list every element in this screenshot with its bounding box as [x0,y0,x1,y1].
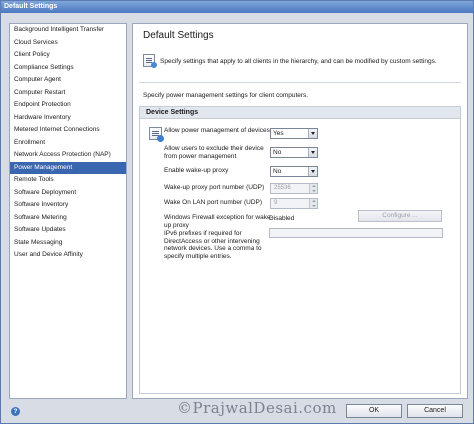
ipv6-prefixes-label: IPv6 prefixes if required for DirectAcce… [164,230,262,260]
settings-content-pane: Default Settings Specify settings that a… [132,23,468,399]
wake-up-proxy-value: No [273,168,282,175]
cancel-button[interactable]: Cancel [407,404,463,418]
power-management-description: Specify power management settings for cl… [143,92,309,99]
firewall-exception-label: Windows Firewall exception for wake-up p… [164,214,273,229]
nav-item-software-inventory[interactable]: Software Inventory [10,199,126,212]
firewall-exception-value: Disabled [269,215,295,222]
wake-up-proxy-port-value: 25536 [274,185,291,191]
nav-item-software-deployment[interactable]: Software Deployment [10,187,126,200]
wake-up-proxy-dropdown[interactable]: No [270,166,318,177]
allow-power-management-value: Yes [273,130,284,137]
nav-item-software-metering[interactable]: Software Metering [10,212,126,225]
ipv6-prefixes-input[interactable] [269,228,443,238]
settings-description-icon [143,54,157,68]
nav-item-metered-internet-connections[interactable]: Metered Internet Connections [10,124,126,137]
allow-power-management-dropdown[interactable]: Yes [270,128,318,139]
nav-item-cloud-services[interactable]: Cloud Services [10,37,126,50]
configure-button[interactable]: Configure ... [358,210,442,222]
wake-up-proxy-port-label: Wake-up proxy port number (UDP) [164,184,265,191]
nav-item-user-and-device-affinity[interactable]: User and Device Affinity [10,249,126,262]
settings-description: Specify settings that apply to all clien… [160,58,437,65]
wake-on-lan-port-label: Wake On LAN port number (UDP) [164,199,263,206]
device-settings-group: Device Settings Allow power management o… [139,106,461,394]
watermark-text: ©PrajwalDesai.com [177,399,337,417]
allow-exclude-value: No [273,149,282,156]
nav-item-state-messaging[interactable]: State Messaging [10,237,126,250]
help-icon[interactable]: ? [11,407,20,416]
device-settings-header: Device Settings [140,107,460,119]
nav-item-enrollment[interactable]: Enrollment [10,137,126,150]
nav-item-computer-agent[interactable]: Computer Agent [10,74,126,87]
nav-item-endpoint-protection[interactable]: Endpoint Protection [10,99,126,112]
default-settings-window: Default Settings Background Intelligent … [0,0,474,424]
nav-item-remote-tools[interactable]: Remote Tools [10,174,126,187]
chevron-down-icon[interactable] [308,167,317,176]
nav-item-power-management[interactable]: Power Management [10,161,126,174]
spin-arrows-icon[interactable] [309,184,317,193]
wake-on-lan-port-value: 9 [274,200,278,206]
page-title: Default Settings [143,30,214,41]
chevron-down-icon[interactable] [308,148,317,157]
nav-item-computer-restart[interactable]: Computer Restart [10,87,126,100]
chevron-down-icon[interactable] [308,129,317,138]
power-settings-icon [149,127,164,142]
spin-arrows-icon[interactable] [309,199,317,208]
nav-item-hardware-inventory[interactable]: Hardware Inventory [10,112,126,125]
allow-exclude-dropdown[interactable]: No [270,147,318,158]
allow-power-management-label: Allow power management of devices [164,127,270,134]
divider [139,82,461,83]
wake-up-proxy-port-stepper[interactable]: 25536 [270,183,318,194]
wake-up-proxy-label: Enable wake-up proxy [164,167,229,174]
allow-exclude-label: Allow users to exclude their device from… [164,145,264,160]
ok-button[interactable]: OK [346,404,402,418]
nav-item-background-intelligent-transfer[interactable]: Background Intelligent Transfer [10,24,126,37]
window-title: Default Settings [1,1,473,13]
nav-item-network-access-protection[interactable]: Network Access Protection (NAP) [10,149,126,162]
nav-item-compliance-settings[interactable]: Compliance Settings [10,62,126,75]
nav-item-software-updates[interactable]: Software Updates [10,224,126,237]
nav-item-client-policy[interactable]: Client Policy [10,49,126,62]
wake-on-lan-port-stepper[interactable]: 9 [270,198,318,209]
settings-nav-list: Background Intelligent Transfer Cloud Se… [9,23,127,399]
